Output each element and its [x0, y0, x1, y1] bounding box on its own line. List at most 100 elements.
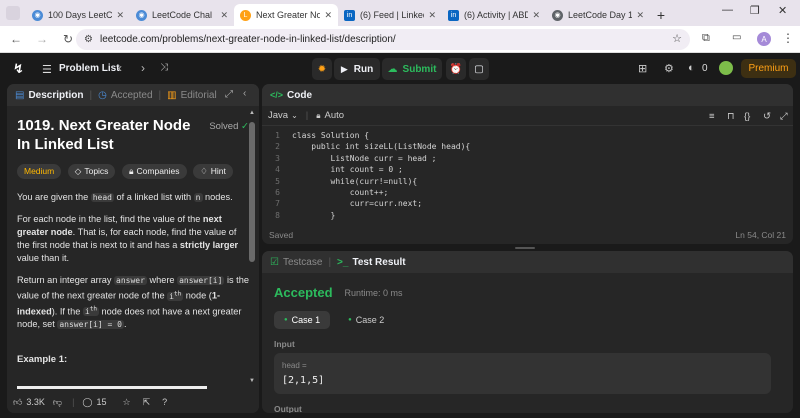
inline-code: answer[i]	[177, 276, 225, 285]
lock-icon: 🔒︎	[316, 110, 321, 120]
minimize-icon[interactable]: —	[722, 4, 733, 16]
globe-icon: ◉	[552, 9, 563, 21]
close-icon[interactable]: ✕	[116, 10, 124, 21]
back-icon[interactable]: ←	[6, 32, 26, 46]
forward-icon[interactable]: →	[32, 32, 52, 46]
settings-icon[interactable]: ⚙	[664, 62, 674, 75]
case-1-tab[interactable]: ● Case 1	[274, 311, 331, 329]
bug-icon: ✹	[317, 63, 327, 75]
expand-icon[interactable]: ⤢	[225, 89, 233, 100]
shuffle-icon[interactable]: ⤨	[160, 62, 168, 73]
sidebar-icon[interactable]: ▭	[732, 32, 741, 43]
code-text: }	[292, 210, 336, 220]
close-icon[interactable]: ✕	[428, 10, 436, 21]
comment-icon[interactable]: ◯	[82, 397, 92, 408]
next-problem-icon[interactable]: ›	[141, 61, 145, 75]
browser-tab-3-active[interactable]: L Next Greater Node ✕	[234, 4, 338, 26]
close-icon[interactable]: ✕	[220, 10, 228, 21]
browser-nav-bar: ← → ↻ ⚙ leetcode.com/problems/next-great…	[0, 26, 800, 53]
thumbs-down-icon[interactable]: 👎︎	[53, 397, 62, 408]
accepted-status: Accepted	[274, 285, 333, 300]
code-text: public int sizeLL(ListNode head){	[292, 142, 471, 152]
browser-tab-2[interactable]: ◉ LeetCode Chal ✕	[130, 4, 234, 26]
case-2-tab[interactable]: ● Case 2	[338, 311, 394, 329]
notes-button[interactable]: ▢	[469, 58, 489, 80]
browser-tab-4[interactable]: in (6) Feed | LinkedIn ✕	[338, 4, 442, 26]
code-line: 2 public int sizeLL(ListNode head){	[262, 142, 793, 153]
browser-tab-5[interactable]: in (6) Activity | ABDU ✕	[442, 4, 546, 26]
companies-label: Companies	[136, 166, 180, 176]
braces-icon[interactable]: {}	[744, 111, 750, 122]
format-icon[interactable]: ≡	[709, 111, 715, 122]
site-info-icon[interactable]: ⚙	[84, 34, 93, 45]
prev-problem-icon[interactable]: ‹	[118, 61, 122, 75]
tab-editorial[interactable]: Editorial	[181, 90, 217, 101]
tab-description[interactable]: Description	[28, 90, 83, 101]
solved-status: Solved ✓	[209, 120, 249, 133]
close-icon[interactable]: ✕	[324, 10, 332, 21]
help-icon[interactable]: ?	[162, 397, 167, 407]
collapse-icon[interactable]: ‹	[243, 88, 246, 99]
resize-handle[interactable]	[515, 247, 535, 249]
close-icon[interactable]: ✕	[532, 10, 540, 21]
code-line: 4 int count = 0 ;	[262, 165, 793, 176]
auto-mode-label[interactable]: Auto	[325, 110, 345, 121]
language-select[interactable]: Java	[268, 110, 288, 121]
globe-icon: ◉	[136, 9, 147, 21]
browser-tab-1[interactable]: ◉ 100 Days LeetCode ✕	[26, 4, 130, 26]
browser-tab-6[interactable]: ◉ LeetCode Day 18 S ✕	[546, 4, 650, 26]
scrollbar[interactable]: ▲ ▼	[248, 110, 256, 388]
line-number: 1	[275, 131, 280, 140]
problem-list-link[interactable]: Problem List	[59, 63, 120, 74]
scroll-up-icon[interactable]: ▲	[249, 110, 255, 116]
description-panel: ▤ Description | ◷ Accepted | ▥ Editorial…	[7, 84, 259, 413]
tab-test-result[interactable]: Test Result	[352, 257, 405, 268]
tab-search-icon[interactable]	[6, 6, 20, 20]
text: of a linked list with	[114, 192, 194, 202]
hint-tag[interactable]: ♢ Hint	[193, 164, 233, 179]
streak-count: 0	[702, 63, 708, 74]
tab-accepted[interactable]: Accepted	[111, 90, 153, 101]
debug-button[interactable]: ✹	[312, 58, 332, 80]
reset-icon[interactable]: ↺	[763, 111, 771, 122]
submit-button[interactable]: ☁ Submit	[382, 58, 442, 80]
profile-avatar[interactable]: A	[757, 32, 771, 46]
fullscreen-icon[interactable]: ⤢	[780, 111, 788, 122]
run-button[interactable]: ▶ Run	[334, 58, 380, 80]
new-tab-button[interactable]: +	[650, 4, 672, 26]
extensions-icon[interactable]: ⧉	[702, 32, 710, 45]
document-icon: ▤	[15, 89, 25, 101]
close-icon[interactable]: ✕	[636, 10, 644, 21]
tab-testcase[interactable]: Testcase	[283, 257, 322, 268]
user-avatar[interactable]	[719, 61, 733, 75]
bookmark-star-icon[interactable]: ☆	[672, 32, 682, 45]
bookmark-icon[interactable]: ⊓	[727, 111, 734, 122]
chevron-down-icon[interactable]: ⌄	[291, 111, 298, 120]
menu-icon[interactable]: ⋮	[782, 31, 794, 45]
reload-icon[interactable]: ↻	[58, 32, 78, 46]
layout-icon[interactable]: ⊞	[638, 62, 647, 75]
submit-label: Submit	[402, 63, 437, 75]
premium-button[interactable]: Premium	[741, 59, 796, 78]
scroll-down-icon[interactable]: ▼	[249, 378, 255, 384]
companies-tag[interactable]: 🔒︎ Companies	[122, 164, 187, 179]
leetcode-logo-icon[interactable]: ↯	[13, 61, 24, 77]
text: node (	[183, 290, 212, 301]
address-bar[interactable]: ⚙ leetcode.com/problems/next-greater-nod…	[76, 29, 690, 50]
paragraph-1: You are given the head of a linked list …	[17, 191, 249, 204]
tab-title: (6) Activity | ABDU	[464, 10, 529, 20]
inline-code: head	[90, 193, 114, 202]
topics-tag[interactable]: ◇ Topics	[67, 164, 116, 179]
window-close-icon[interactable]: ✕	[778, 4, 787, 17]
text: nodes.	[202, 192, 233, 202]
scrollbar-thumb[interactable]	[249, 122, 255, 262]
timer-button[interactable]: ⏰	[446, 58, 466, 80]
star-icon[interactable]: ☆	[123, 397, 131, 408]
share-icon[interactable]: ⇱	[143, 397, 151, 408]
maximize-icon[interactable]: ❐	[750, 4, 760, 17]
code-editor[interactable]: 1 class Solution { 2 public int sizeLL(Li…	[262, 126, 793, 222]
linkedin-icon: in	[344, 9, 355, 21]
clock-icon: ◷	[98, 89, 107, 101]
thumbs-up-icon[interactable]: 👍︎	[13, 397, 22, 408]
fire-icon[interactable]: ◐	[688, 62, 695, 74]
